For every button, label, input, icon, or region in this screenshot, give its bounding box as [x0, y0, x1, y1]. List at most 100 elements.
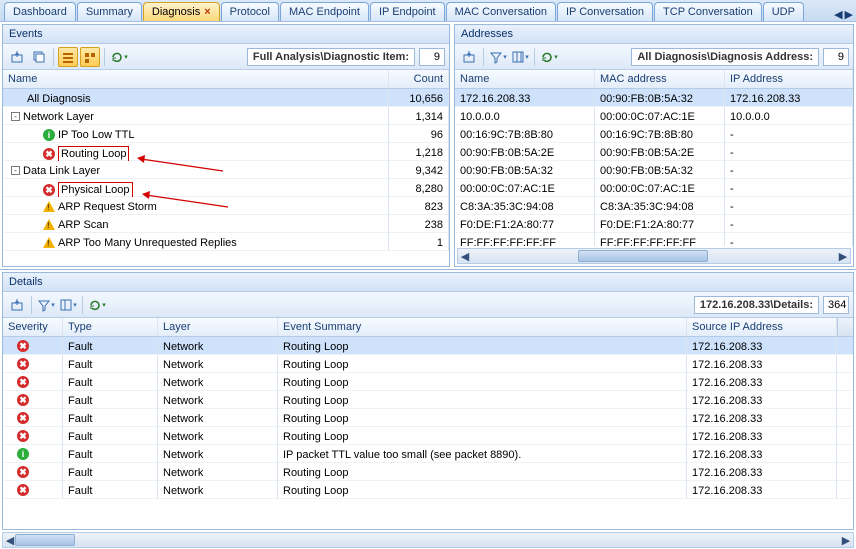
filter-icon[interactable]: ▾	[488, 47, 508, 67]
details-header-source[interactable]: Source IP Address	[687, 318, 837, 336]
tab-mac-conversation[interactable]: MAC Conversation	[446, 2, 556, 21]
copy-icon[interactable]	[29, 47, 49, 67]
events-row[interactable]: iIP Too Low TTL96	[3, 125, 449, 143]
error-icon: ✖	[17, 376, 29, 388]
addresses-cell-ip: -	[725, 197, 853, 215]
addresses-cell-mac: FF:FF:FF:FF:FF:FF	[595, 233, 725, 247]
events-panel: Events ▾ Full Analysis\Diagnostic Item: …	[2, 24, 450, 267]
tab-dashboard[interactable]: Dashboard	[4, 2, 76, 21]
separator	[31, 296, 32, 314]
details-hscrollbar[interactable]: ◀ ▶	[2, 532, 854, 548]
events-row-count: 96	[389, 125, 449, 143]
details-row[interactable]: ✖FaultNetworkRouting Loop172.16.208.33	[3, 373, 853, 391]
error-icon: ✖	[43, 148, 55, 160]
tab-close-icon[interactable]: ×	[204, 6, 210, 18]
tab-ip-endpoint[interactable]: IP Endpoint	[370, 2, 445, 21]
events-row[interactable]: -Network Layer1,314	[3, 107, 449, 125]
addresses-row[interactable]: F0:DE:F1:2A:80:77F0:DE:F1:2A:80:77-	[455, 215, 853, 233]
events-header-name[interactable]: Name	[3, 70, 389, 88]
addresses-row[interactable]: FF:FF:FF:FF:FF:FFFF:FF:FF:FF:FF:FF-	[455, 233, 853, 246]
addresses-row[interactable]: 00:90:FB:0B:5A:2E00:90:FB:0B:5A:2E-	[455, 143, 853, 161]
events-header-count[interactable]: Count	[389, 70, 449, 88]
refresh-icon[interactable]: ▾	[539, 47, 559, 67]
addresses-row[interactable]: 10.0.0.000:00:0C:07:AC:1E10.0.0.0	[455, 107, 853, 125]
addresses-row[interactable]: 00:90:FB:0B:5A:3200:90:FB:0B:5A:32-	[455, 161, 853, 179]
addresses-header-name[interactable]: Name	[455, 70, 595, 88]
refresh-icon[interactable]: ▾	[109, 47, 129, 67]
tab-scroll-right-icon[interactable]: ▶	[845, 8, 853, 21]
addresses-path-count: 9	[823, 48, 849, 66]
scroll-thumb[interactable]	[15, 534, 75, 546]
tab-summary[interactable]: Summary	[77, 2, 142, 21]
details-row[interactable]: ✖FaultNetworkRouting Loop172.16.208.33	[3, 391, 853, 409]
details-cell-layer: Network	[158, 427, 278, 445]
addresses-cell-ip: -	[725, 215, 853, 233]
details-cell-severity: ✖	[3, 355, 63, 373]
details-row[interactable]: iFaultNetworkIP packet TTL value too sma…	[3, 445, 853, 463]
details-cell-severity: ✖	[3, 481, 63, 499]
events-row[interactable]: ARP Too Many Unrequested Replies1	[3, 233, 449, 251]
details-row[interactable]: ✖FaultNetworkRouting Loop172.16.208.33	[3, 409, 853, 427]
events-row[interactable]: ✖Routing Loop1,218	[3, 143, 449, 161]
export-icon[interactable]	[7, 295, 27, 315]
error-icon: ✖	[17, 358, 29, 370]
addresses-header-mac[interactable]: MAC address	[595, 70, 725, 88]
filter-icon[interactable]: ▾	[36, 295, 56, 315]
tab-mac-endpoint[interactable]: MAC Endpoint	[280, 2, 369, 21]
addresses-panel: Addresses ▾ ▾ ▾ All Diagnosis\Diagnosis …	[454, 24, 854, 267]
addresses-hscrollbar[interactable]: ◀ ▶	[457, 248, 851, 264]
events-row[interactable]: -Data Link Layer9,342	[3, 161, 449, 179]
details-row[interactable]: ✖FaultNetworkRouting Loop172.16.208.33	[3, 337, 853, 355]
tab-protocol[interactable]: Protocol	[221, 2, 279, 21]
details-cell-type: Fault	[63, 409, 158, 427]
events-row[interactable]: ARP Request Storm823	[3, 197, 449, 215]
tab-scroll-left-icon[interactable]: ◀	[834, 8, 842, 21]
details-header-layer[interactable]: Layer	[158, 318, 278, 336]
addresses-row[interactable]: 172.16.208.3300:90:FB:0B:5A:32172.16.208…	[455, 89, 853, 107]
addresses-header-ip[interactable]: IP Address	[725, 70, 853, 88]
export-icon[interactable]	[7, 47, 27, 67]
addresses-header-row: Name MAC address IP Address	[455, 70, 853, 89]
scroll-right-icon[interactable]: ▶	[839, 533, 853, 547]
scroll-thumb[interactable]	[578, 250, 708, 262]
tab-bar: DashboardSummaryDiagnosis×ProtocolMAC En…	[0, 0, 856, 22]
details-cell-layer: Network	[158, 463, 278, 481]
tree-expander-icon[interactable]: -	[11, 112, 20, 121]
tab-diagnosis[interactable]: Diagnosis×	[143, 2, 220, 21]
refresh-icon[interactable]: ▾	[87, 295, 107, 315]
tab-ip-conversation[interactable]: IP Conversation	[557, 2, 653, 21]
addresses-row[interactable]: C8:3A:35:3C:94:08C8:3A:35:3C:94:08-	[455, 197, 853, 215]
tab-udp[interactable]: UDP	[763, 2, 804, 21]
filter-ip-icon[interactable]	[80, 47, 100, 67]
tree-expander-icon[interactable]: -	[11, 166, 20, 175]
export-icon[interactable]	[459, 47, 479, 67]
details-cell-severity: ✖	[3, 427, 63, 445]
columns-icon[interactable]: ▾	[58, 295, 78, 315]
events-row[interactable]: All Diagnosis10,656	[3, 89, 449, 107]
details-row[interactable]: ✖FaultNetworkRouting Loop172.16.208.33	[3, 355, 853, 373]
events-row[interactable]: ARP Scan238	[3, 215, 449, 233]
details-cell-sum: Routing Loop	[278, 481, 687, 499]
events-row-label: Physical Loop	[58, 182, 133, 197]
filter-events-icon[interactable]	[58, 47, 78, 67]
tab-tcp-conversation[interactable]: TCP Conversation	[654, 2, 762, 21]
details-row[interactable]: ✖FaultNetworkRouting Loop172.16.208.33	[3, 481, 853, 499]
scroll-right-icon[interactable]: ▶	[836, 249, 850, 263]
details-header-severity[interactable]: Severity	[3, 318, 63, 336]
events-grid[interactable]: Name Count All Diagnosis10,656-Network L…	[3, 70, 449, 266]
details-row[interactable]: ✖FaultNetworkRouting Loop172.16.208.33	[3, 463, 853, 481]
events-row[interactable]: ✖Physical Loop8,280	[3, 179, 449, 197]
columns-icon[interactable]: ▾	[510, 47, 530, 67]
addresses-row[interactable]: 00:00:0C:07:AC:1E00:00:0C:07:AC:1E-	[455, 179, 853, 197]
addresses-cell-name: 00:90:FB:0B:5A:32	[455, 161, 595, 179]
details-cell-src: 172.16.208.33	[687, 373, 837, 391]
details-grid[interactable]: Severity Type Layer Event Summary Source…	[3, 318, 853, 529]
details-header-type[interactable]: Type	[63, 318, 158, 336]
addresses-row[interactable]: 00:16:9C:7B:8B:8000:16:9C:7B:8B:80-	[455, 125, 853, 143]
details-header-summary[interactable]: Event Summary	[278, 318, 687, 336]
addresses-grid[interactable]: Name MAC address IP Address 172.16.208.3…	[455, 70, 853, 246]
details-cell-type: Fault	[63, 463, 158, 481]
details-row[interactable]: ✖FaultNetworkRouting Loop172.16.208.33	[3, 427, 853, 445]
details-cell-layer: Network	[158, 337, 278, 355]
scroll-left-icon[interactable]: ◀	[458, 249, 472, 263]
